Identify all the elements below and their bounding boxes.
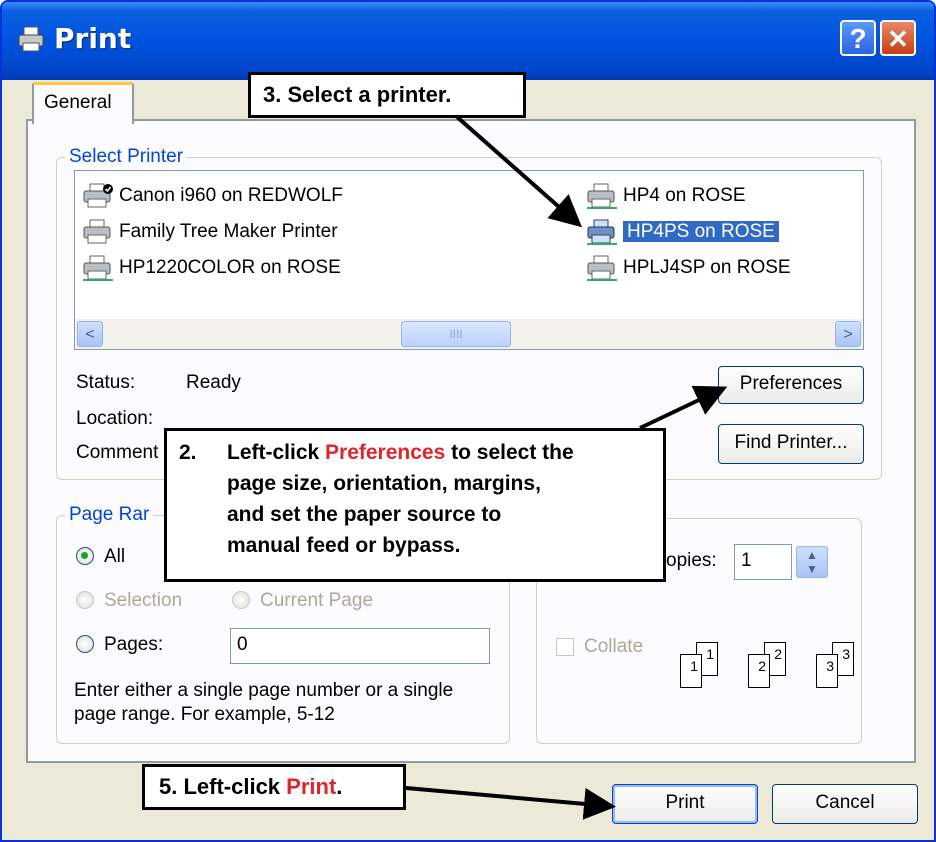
printer-item[interactable]: HP4 on ROSE — [585, 181, 750, 211]
collate-checkbox: Collate — [556, 636, 643, 660]
status-label: Status: — [76, 372, 136, 393]
print-button[interactable]: Print — [612, 784, 758, 824]
callout-step-2-highlight: Preferences — [325, 441, 446, 464]
collate-pages-icon: 3 3 — [814, 640, 874, 700]
printer-icon — [83, 183, 113, 208]
printer-icon — [18, 26, 44, 52]
spin-down-icon[interactable]: ▼ — [797, 562, 827, 576]
find-printer-button[interactable]: Find Printer... — [718, 424, 864, 464]
title-bar[interactable]: Print ? ✕ — [2, 2, 934, 80]
callout-step-5-highlight: Print — [286, 774, 337, 799]
printer-item[interactable]: HPLJ4SP on ROSE — [585, 253, 795, 283]
callout-step-3: 3. Select a printer. — [248, 72, 526, 118]
spin-up-icon[interactable]: ▲ — [797, 548, 827, 562]
copies-label: opies: — [666, 550, 717, 571]
collate-pages-icon: 2 2 — [746, 640, 806, 700]
tab-general[interactable]: General — [32, 82, 134, 124]
preferences-button[interactable]: Preferences — [718, 366, 864, 404]
horizontal-scrollbar[interactable]: < IIII > — [75, 319, 863, 349]
comment-label: Comment — [76, 442, 159, 463]
callout-step-5: 5. Left-click Print. — [142, 764, 406, 810]
callout-step-2-body: Left-click Preferences to select the pag… — [227, 437, 574, 561]
printer-name: Family Tree Maker Printer — [119, 221, 338, 242]
radio-current-page-label: Current Page — [260, 590, 374, 611]
printer-name: Canon i960 on REDWOLF — [119, 185, 343, 206]
checkbox — [556, 638, 574, 656]
scroll-left-icon[interactable]: < — [77, 321, 103, 347]
network-printer-icon — [83, 255, 113, 281]
callout-step-2-line4: manual feed or bypass. — [227, 534, 461, 557]
copies-spinner[interactable]: ▲ ▼ — [796, 546, 828, 578]
page-sheet: 1 — [680, 654, 702, 688]
page-sheet: 2 — [748, 654, 770, 688]
printer-icon — [83, 219, 111, 244]
help-icon[interactable]: ? — [840, 20, 876, 56]
radio-selection-label: Selection — [104, 590, 183, 611]
scroll-right-icon[interactable]: > — [835, 321, 861, 347]
status-value: Ready — [186, 372, 241, 393]
select-printer-legend: Select Printer — [69, 146, 184, 167]
printer-item[interactable]: Family Tree Maker Printer — [81, 217, 342, 247]
printer-item-selected[interactable]: HP4PS on ROSE — [585, 217, 783, 247]
printer-item[interactable]: HP1220COLOR on ROSE — [81, 253, 345, 283]
radio-all-label: All — [104, 546, 126, 567]
printer-name: HP4 on ROSE — [623, 185, 746, 206]
cancel-button[interactable]: Cancel — [772, 784, 918, 824]
page-sheet: 3 — [816, 654, 838, 688]
callout-step-2-line3: and set the paper source to — [227, 503, 502, 526]
callout-step-2-number: 2. — [179, 441, 197, 464]
radio-button — [76, 591, 94, 609]
network-printer-icon — [587, 219, 617, 245]
scroll-thumb[interactable]: IIII — [401, 321, 511, 347]
collate-pages-icon: 1 1 — [678, 640, 738, 700]
callout-step-2-line2: page size, orientation, margins, — [227, 472, 541, 495]
printer-name: HP4PS on ROSE — [623, 221, 779, 242]
network-printer-icon — [587, 183, 617, 209]
radio-selection: Selection — [76, 588, 182, 614]
printer-item[interactable]: Canon i960 on REDWOLF — [81, 181, 347, 211]
radio-button[interactable] — [76, 635, 94, 653]
close-icon[interactable]: ✕ — [880, 20, 916, 56]
radio-pages[interactable]: Pages: — [76, 632, 163, 658]
radio-button[interactable] — [76, 547, 94, 565]
collate-label: Collate — [584, 636, 644, 657]
page-range-help-line1: Enter either a single page number or a s… — [74, 680, 454, 701]
network-printer-icon — [587, 255, 617, 281]
page-range-help-line2: page range. For example, 5-12 — [74, 704, 335, 725]
window-title: Print — [54, 22, 132, 55]
printer-name: HP1220COLOR on ROSE — [119, 257, 341, 278]
callout-step-5-post: . — [336, 774, 343, 799]
callout-step-5-pre: 5. Left-click — [159, 774, 287, 799]
callout-step-2-post: to select the — [445, 441, 574, 464]
radio-current-page: Current Page — [232, 588, 373, 614]
radio-pages-label: Pages: — [104, 634, 164, 655]
radio-button — [232, 591, 250, 609]
callout-step-2: 2. Left-click Preferences to select the … — [164, 428, 666, 582]
page-range-legend: Page Rar — [69, 504, 150, 525]
printer-name: HPLJ4SP on ROSE — [623, 257, 791, 278]
location-label: Location: — [76, 408, 154, 429]
radio-all[interactable]: All — [76, 544, 125, 570]
callout-step-2-pre: Left-click — [227, 441, 326, 464]
pages-input[interactable]: 0 — [230, 628, 490, 664]
printer-list[interactable]: Canon i960 on REDWOLF Family Tree Maker … — [74, 170, 864, 350]
copies-input[interactable]: 1 — [734, 544, 792, 580]
